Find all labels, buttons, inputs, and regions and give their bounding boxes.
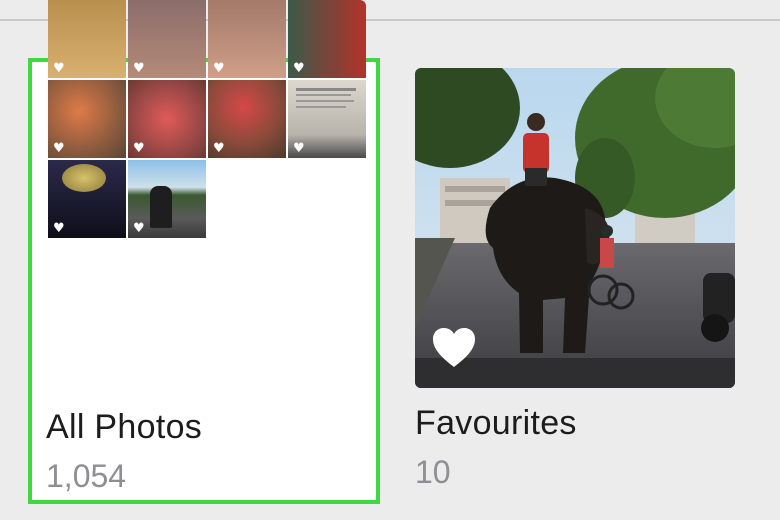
lamp-shape [62,164,106,192]
photo-thumbnail: ♥ [128,80,206,158]
heart-icon: ♥ [53,141,65,156]
document-line [296,88,356,91]
heart-icon: ♥ [133,221,145,236]
album-title: All Photos [46,408,203,446]
elephant-silhouette [150,186,172,228]
photo-thumbnail: ♥ [208,80,286,158]
heart-icon: ♥ [53,61,65,76]
heart-icon: ♥ [213,141,225,156]
photo-thumbnail: ♥ [48,80,126,158]
photo-thumbnail: ♥ [128,160,206,238]
album-title: Favourites [415,404,577,442]
document-line [296,94,351,96]
photo-thumbnail: ♥ [288,80,366,158]
document-line [296,100,354,102]
photo-thumbnail: ♥ [48,0,126,78]
photo-thumbnail: ♥ [48,160,126,238]
album-all-photos[interactable]: ♥ ♥ ♥ ♥ ♥ ♥ ♥ ♥ ♥ ♥ All Photos 1,054 [28,0,380,504]
album-count: 10 [415,454,451,490]
heart-icon: ♥ [133,61,145,76]
heart-icon: ♥ [133,141,145,156]
photo-thumbnail: ♥ [288,0,366,78]
heart-icon: ♥ [293,141,305,156]
heart-icon: ♥ [293,61,305,76]
document-line [296,106,346,108]
heart-icon: ♥ [213,61,225,76]
photo-thumbnail: ♥ [208,0,286,78]
album-count: 1,054 [46,458,127,494]
photo-thumbnail: ♥ [128,0,206,78]
heart-icon [431,327,477,374]
album-favourites-cover[interactable] [415,68,735,388]
heart-icon: ♥ [53,221,65,236]
